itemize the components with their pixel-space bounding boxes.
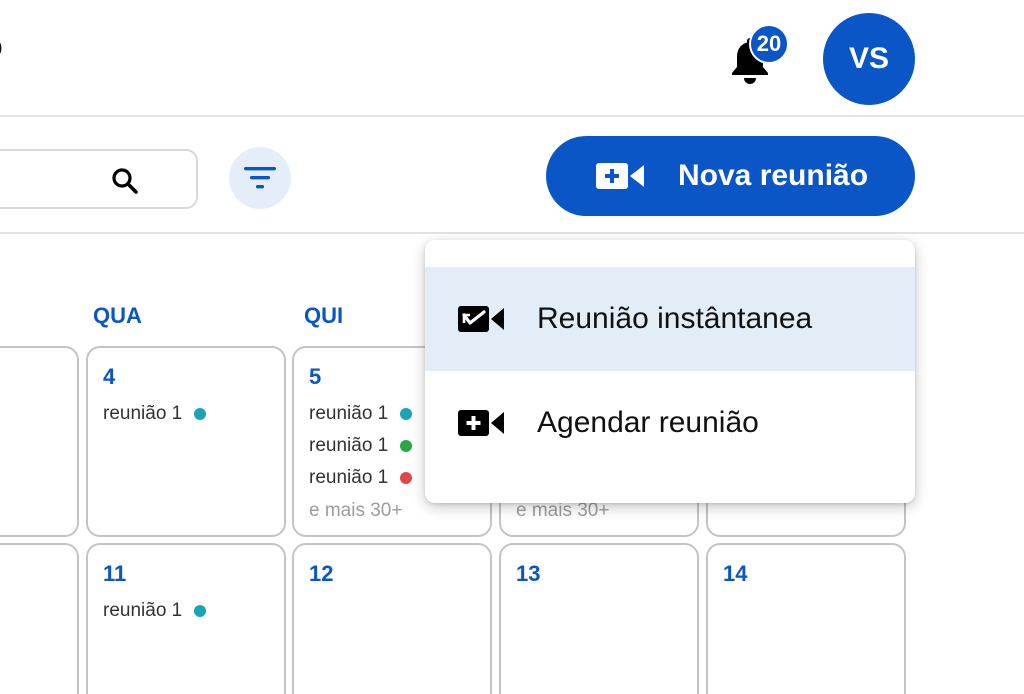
event-item[interactable]: reunião 1 <box>309 403 413 425</box>
page-title-fragment: o <box>0 30 3 64</box>
day-number: 14 <box>723 561 748 586</box>
video-add-icon <box>458 410 504 436</box>
calendar-day-cell-11[interactable]: 11 reunião 1 <box>86 543 286 694</box>
event-label: reunião 1 <box>103 600 183 621</box>
menu-item-schedule-meeting[interactable]: Agendar reunião <box>425 371 915 475</box>
day-number: 5 <box>309 364 322 389</box>
event-label: reunião 1 <box>309 467 389 488</box>
calendar-day-cell-12[interactable]: 12 <box>292 543 492 694</box>
new-meeting-button[interactable]: Nova reunião <box>546 136 915 216</box>
search-icon[interactable] <box>110 166 140 196</box>
filter-button[interactable] <box>229 147 291 209</box>
calendar-day-cell-14[interactable]: 14 <box>706 543 906 694</box>
event-label: reunião 1 <box>103 403 183 424</box>
more-events-link[interactable]: e mais 30+ <box>309 500 402 522</box>
event-item[interactable]: reunião 1 <box>103 600 207 622</box>
event-status-dot <box>400 472 413 484</box>
event-label: reunião 1 <box>309 403 389 424</box>
day-number: 12 <box>309 561 334 586</box>
event-item[interactable]: reunião 1 <box>103 403 207 425</box>
event-status-dot <box>400 408 413 420</box>
event-item[interactable]: reunião 1 <box>309 435 413 457</box>
day-number: 11 <box>103 561 127 586</box>
weekday-header-qua: QUA <box>93 303 142 328</box>
new-meeting-dropdown-menu: Reunião instântanea Agendar reunião <box>425 240 915 503</box>
video-check-icon <box>458 306 504 332</box>
toolbar: Nova reunião <box>0 118 1024 234</box>
menu-item-instant-meeting[interactable]: Reunião instântanea <box>425 267 915 371</box>
top-bar: o 20 VS <box>0 0 1024 117</box>
day-number: 13 <box>516 561 541 586</box>
notification-count-badge: 20 <box>749 24 789 64</box>
user-avatar[interactable]: VS <box>823 13 915 105</box>
filter-icon <box>244 167 276 189</box>
event-status-dot <box>194 408 207 420</box>
menu-item-label: Reunião instântanea <box>537 302 813 335</box>
search-input[interactable] <box>0 149 198 209</box>
more-events-link[interactable]: e mais 30+ <box>516 500 609 522</box>
menu-item-label: Agendar reunião <box>537 406 759 439</box>
new-meeting-label: Nova reunião <box>678 159 869 192</box>
calendar-day-cell-13[interactable]: 13 <box>499 543 699 694</box>
calendar-day-cell[interactable] <box>0 346 79 537</box>
weekday-header-qui: QUI <box>304 303 344 328</box>
event-label: reunião 1 <box>309 435 389 456</box>
event-status-dot <box>194 605 207 617</box>
video-add-icon <box>596 163 644 189</box>
calendar-day-cell[interactable] <box>0 543 79 694</box>
calendar-day-cell-4[interactable]: 4 reunião 1 <box>86 346 286 537</box>
event-item[interactable]: reunião 1 <box>309 467 413 489</box>
day-number: 4 <box>103 364 116 389</box>
event-status-dot <box>400 440 413 452</box>
meetings-calendar-page: o 20 VS <box>0 0 1024 694</box>
